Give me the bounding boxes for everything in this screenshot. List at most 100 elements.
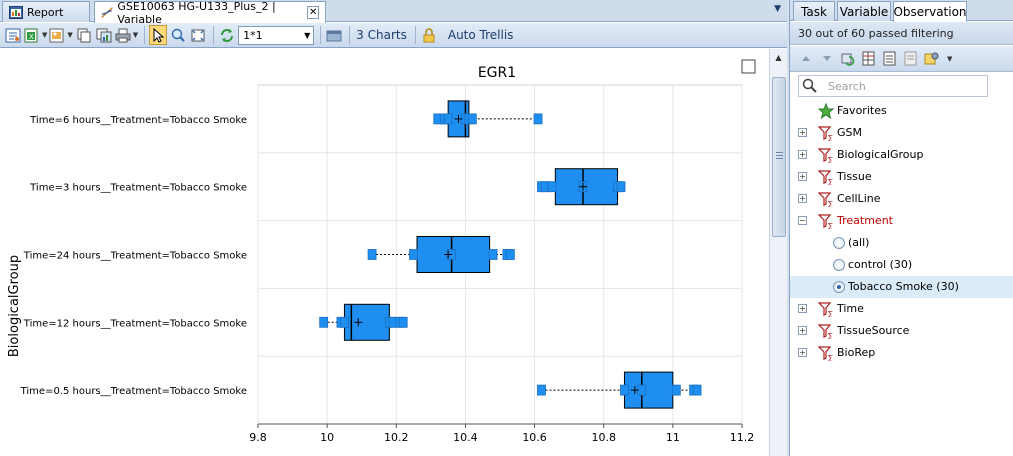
data-point[interactable] bbox=[367, 249, 377, 260]
data-point[interactable] bbox=[443, 113, 453, 125]
refresh-button[interactable] bbox=[218, 25, 236, 45]
layout-combo[interactable]: 1*1 ▼ bbox=[238, 25, 315, 45]
search-input[interactable]: Search bbox=[798, 75, 988, 97]
tree-node[interactable]: + ∑ BioRep bbox=[790, 342, 1013, 364]
tree-node[interactable]: Favorites bbox=[790, 100, 1013, 122]
vertical-scrollbar[interactable]: ▲ bbox=[769, 49, 787, 456]
tree-node-label: control (30) bbox=[848, 258, 913, 271]
export-image-button[interactable]: ▼ bbox=[49, 25, 73, 45]
collapse-icon[interactable]: − bbox=[798, 216, 807, 225]
y-category-label: Time=12 hours__Treatment=Tobacco Smoke bbox=[23, 318, 247, 329]
radio-button[interactable] bbox=[833, 237, 845, 249]
data-point[interactable] bbox=[637, 384, 647, 396]
data-point[interactable] bbox=[616, 181, 626, 193]
table-icon[interactable] bbox=[861, 51, 877, 66]
data-point[interactable] bbox=[505, 249, 515, 260]
tree-node-label: BioRep bbox=[837, 346, 876, 359]
tree-filter-option[interactable]: Tobacco Smoke (30) bbox=[790, 276, 1013, 298]
expand-icon[interactable]: + bbox=[798, 304, 807, 313]
expand-icon[interactable]: + bbox=[798, 348, 807, 357]
tree-node[interactable]: + ∑ Tissue bbox=[790, 166, 1013, 188]
data-point[interactable] bbox=[319, 316, 329, 328]
layout-button[interactable] bbox=[325, 25, 343, 45]
tree-node[interactable]: + ∑ GSM bbox=[790, 122, 1013, 144]
sheet-icon[interactable] bbox=[882, 51, 898, 66]
options-icon[interactable] bbox=[924, 51, 940, 66]
properties-button[interactable] bbox=[4, 25, 22, 45]
tab-variable[interactable]: Variable bbox=[837, 1, 891, 21]
main-pane: Report GSE10063 HG-U133_Plus_2 | Variabl… bbox=[0, 0, 787, 456]
tree-node[interactable]: + ∑ TissueSource bbox=[790, 320, 1013, 342]
search-placeholder: Search bbox=[828, 79, 866, 93]
expand-icon[interactable]: + bbox=[798, 128, 807, 137]
filter-status-text: 30 out of 60 passed filtering bbox=[798, 26, 954, 40]
data-point[interactable] bbox=[409, 249, 418, 260]
filter-icon: ∑ bbox=[818, 126, 833, 141]
tree-node[interactable]: + ∑ CellLine bbox=[790, 188, 1013, 210]
move-down-icon[interactable] bbox=[819, 51, 835, 66]
refresh-filter-icon[interactable] bbox=[840, 51, 856, 66]
tree-filter-option[interactable]: control (30) bbox=[790, 254, 1013, 276]
tree-node-label: Treatment bbox=[837, 214, 893, 227]
printer-icon bbox=[115, 28, 131, 42]
tree-node[interactable]: + ∑ BiologicalGroup bbox=[790, 144, 1013, 166]
excel-icon: X bbox=[24, 28, 38, 42]
fit-to-window-button[interactable] bbox=[189, 25, 207, 45]
radio-button[interactable] bbox=[833, 281, 845, 293]
tree-filter-option[interactable]: (all) bbox=[790, 232, 1013, 254]
close-icon[interactable]: ✕ bbox=[307, 6, 319, 19]
data-point[interactable] bbox=[340, 316, 349, 328]
radio-button[interactable] bbox=[833, 259, 845, 271]
toolbar-separator bbox=[213, 26, 215, 44]
refresh-icon bbox=[221, 28, 234, 42]
tree-node-label: TissueSource bbox=[837, 324, 910, 337]
zoom-tool-button[interactable] bbox=[169, 25, 187, 45]
svg-text:∑: ∑ bbox=[828, 156, 833, 163]
data-point[interactable] bbox=[671, 384, 681, 396]
copy-chart-button[interactable] bbox=[95, 25, 113, 45]
data-point[interactable] bbox=[547, 181, 557, 193]
tree-node[interactable]: + ∑ Time bbox=[790, 298, 1013, 320]
select-tool-button[interactable] bbox=[149, 25, 168, 45]
charts-count-button[interactable]: 3 Charts bbox=[354, 25, 409, 45]
data-point[interactable] bbox=[620, 384, 629, 396]
dna-icon bbox=[101, 7, 113, 18]
tab-list-dropdown-icon[interactable]: ▼ bbox=[774, 4, 781, 14]
maximize-chart-checkbox[interactable] bbox=[741, 59, 756, 74]
lock-button[interactable] bbox=[420, 25, 438, 45]
data-point[interactable] bbox=[488, 249, 498, 260]
chevron-down-icon[interactable]: ▼ bbox=[947, 55, 952, 63]
filter-icon: ∑ bbox=[818, 148, 833, 163]
sheet-disabled-icon[interactable] bbox=[903, 51, 919, 66]
fit-window-icon bbox=[191, 29, 205, 41]
filter-icon: ∑ bbox=[818, 214, 833, 229]
zoom-icon bbox=[171, 28, 185, 42]
layout-icon bbox=[326, 30, 342, 41]
auto-trellis-button[interactable]: Auto Trellis bbox=[446, 25, 516, 45]
expand-icon[interactable]: + bbox=[798, 194, 807, 203]
expand-icon[interactable]: + bbox=[798, 326, 807, 335]
print-button[interactable]: ▼ bbox=[115, 25, 138, 45]
expand-icon[interactable]: + bbox=[798, 150, 807, 159]
scroll-thumb[interactable] bbox=[772, 77, 786, 237]
filter-icon: ∑ bbox=[818, 324, 833, 339]
tab-task[interactable]: Task bbox=[793, 1, 835, 21]
layout-combo-value: 1*1 bbox=[243, 28, 263, 42]
data-point[interactable] bbox=[398, 316, 408, 328]
scroll-up-icon[interactable]: ▲ bbox=[770, 49, 787, 65]
boxplot-chart: 9.8 10 10.2 10.4 10.6 10.8 11 11.2 Time=6 hours_… bbox=[7, 59, 756, 444]
expand-icon[interactable]: + bbox=[798, 172, 807, 181]
tab-report[interactable]: Report bbox=[2, 1, 90, 22]
tree-node[interactable]: − ∑ Treatment bbox=[790, 210, 1013, 232]
tab-variable-view[interactable]: GSE10063 HG-U133_Plus_2 | Variable ✕ bbox=[94, 0, 326, 26]
copy-button[interactable] bbox=[75, 25, 93, 45]
data-point[interactable] bbox=[533, 113, 543, 125]
tab-observation[interactable]: Observation bbox=[893, 1, 967, 22]
data-point[interactable] bbox=[537, 384, 546, 396]
data-point[interactable] bbox=[692, 384, 702, 396]
move-up-icon[interactable] bbox=[798, 51, 814, 66]
pointer-icon bbox=[153, 27, 165, 43]
chart-canvas[interactable]: 9.8 10 10.2 10.4 10.6 10.8 11 11.2 Time=6 hours_… bbox=[0, 49, 769, 456]
export-excel-button[interactable]: X ▼ bbox=[24, 25, 47, 45]
data-point[interactable] bbox=[467, 113, 477, 125]
